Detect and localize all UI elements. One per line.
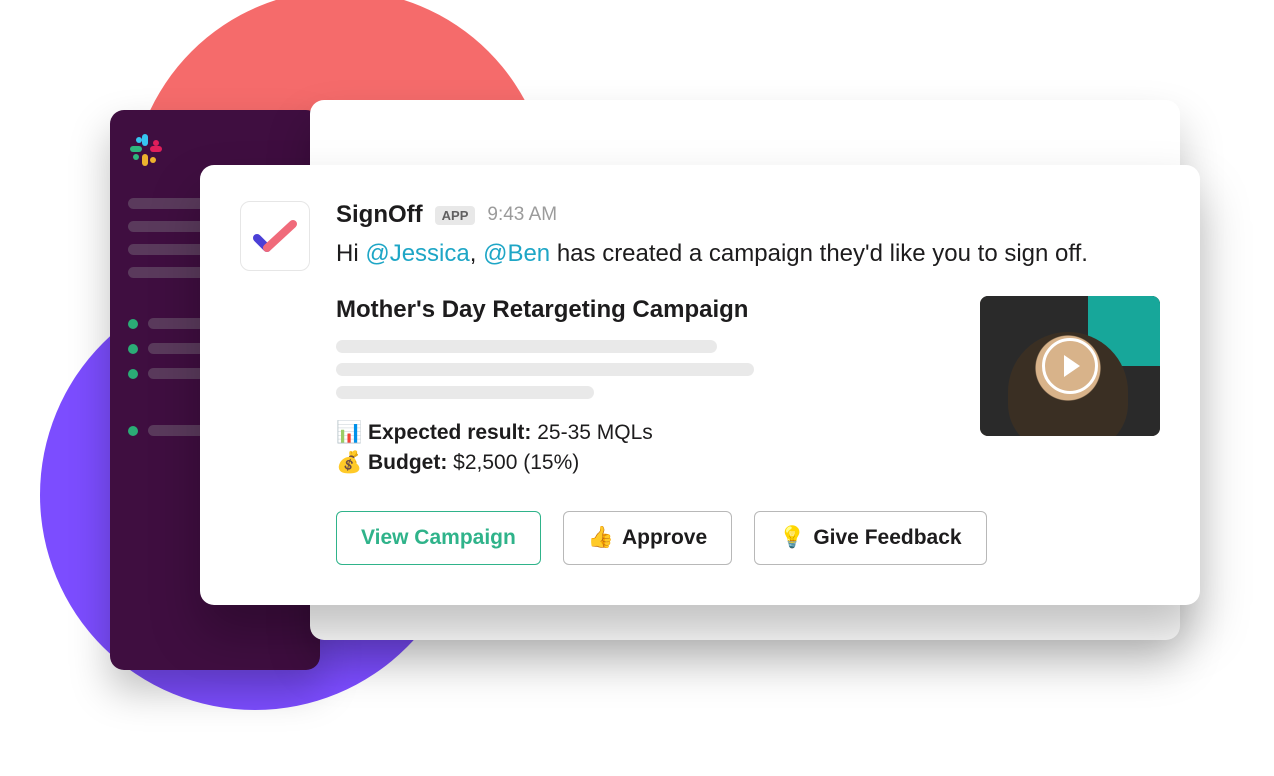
mention-jessica[interactable]: @Jessica bbox=[365, 240, 469, 267]
expected-result-value: 25-35 MQLs bbox=[537, 421, 653, 444]
message-timestamp: 9:43 AM bbox=[487, 204, 557, 226]
budget-value: $2,500 (15%) bbox=[453, 451, 579, 474]
budget-row: 💰 Budget: $2,500 (15%) bbox=[336, 451, 950, 475]
presence-dot-icon bbox=[128, 369, 138, 379]
button-label: View Campaign bbox=[361, 526, 516, 550]
presence-dot-icon bbox=[128, 344, 138, 354]
signoff-logo-icon bbox=[253, 218, 297, 254]
button-label: Approve bbox=[622, 526, 707, 550]
money-bag-icon: 💰 bbox=[336, 451, 362, 474]
video-thumbnail[interactable] bbox=[980, 296, 1160, 436]
expected-result-row: 📊 Expected result: 25-35 MQLs bbox=[336, 421, 950, 445]
message-text-part: , bbox=[470, 240, 483, 267]
bar-chart-icon: 📊 bbox=[336, 421, 362, 444]
app-avatar bbox=[240, 201, 310, 271]
app-name: SignOff bbox=[336, 201, 423, 229]
slack-logo-icon bbox=[128, 132, 164, 168]
approve-button[interactable]: 👍 Approve bbox=[563, 511, 732, 565]
text-placeholder bbox=[336, 340, 717, 353]
app-badge: APP bbox=[435, 206, 476, 225]
campaign-title: Mother's Day Retargeting Campaign bbox=[336, 296, 950, 324]
presence-dot-icon bbox=[128, 426, 138, 436]
expected-result-label: Expected result: bbox=[368, 421, 531, 444]
message-text-part: has created a campaign they'd like you t… bbox=[550, 240, 1088, 267]
view-campaign-button[interactable]: View Campaign bbox=[336, 511, 541, 565]
button-label: Give Feedback bbox=[813, 526, 961, 550]
presence-dot-icon bbox=[128, 319, 138, 329]
message-card: SignOff APP 9:43 AM Hi @Jessica, @Ben ha… bbox=[200, 165, 1200, 605]
message-text: Hi @Jessica, @Ben has created a campaign… bbox=[336, 237, 1160, 272]
play-icon bbox=[1042, 338, 1098, 394]
text-placeholder bbox=[336, 363, 754, 376]
give-feedback-button[interactable]: 💡 Give Feedback bbox=[754, 511, 986, 565]
lightbulb-icon: 💡 bbox=[779, 526, 805, 550]
text-placeholder bbox=[336, 386, 594, 399]
mention-ben[interactable]: @Ben bbox=[483, 240, 550, 267]
budget-label: Budget: bbox=[368, 451, 447, 474]
message-text-part: Hi bbox=[336, 240, 365, 267]
thumbs-up-icon: 👍 bbox=[588, 526, 614, 550]
